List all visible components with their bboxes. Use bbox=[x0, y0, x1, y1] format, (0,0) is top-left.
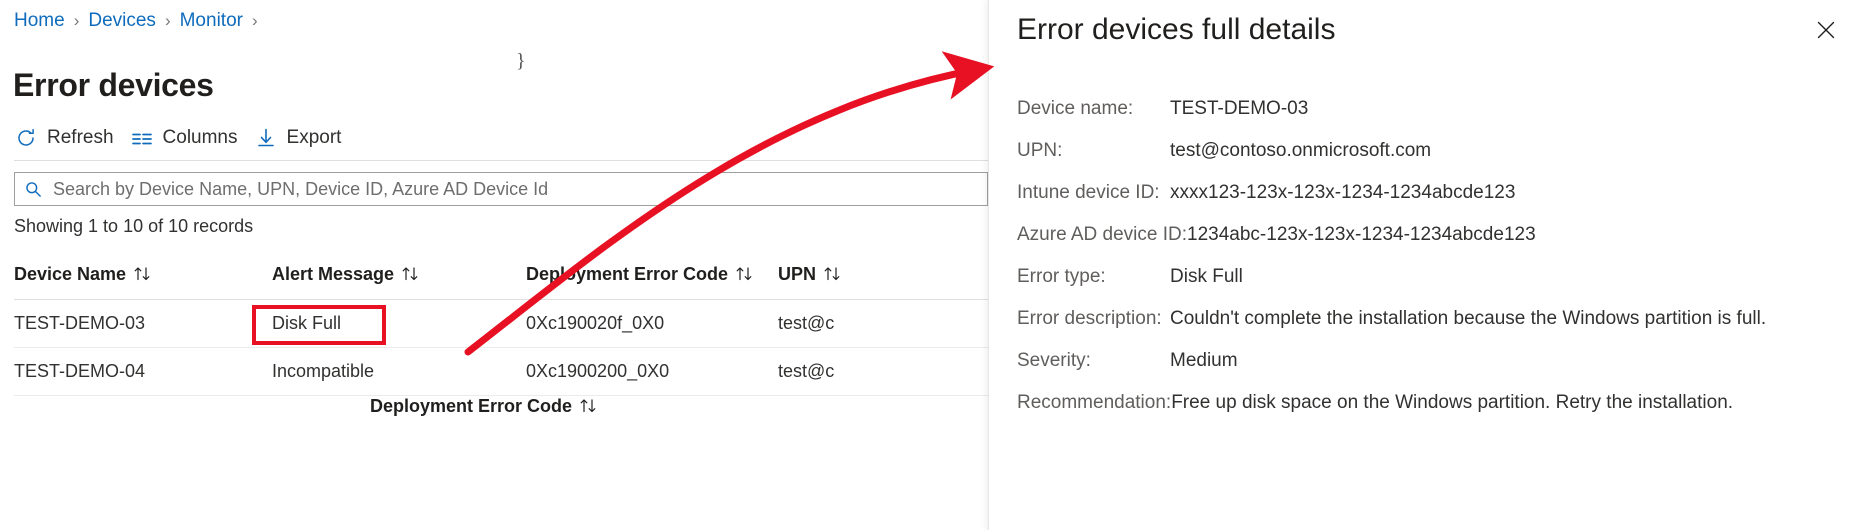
detail-label: Device name: bbox=[1017, 96, 1170, 122]
column-header-upn[interactable]: UPN bbox=[778, 258, 988, 300]
sort-icon[interactable] bbox=[823, 266, 843, 281]
search-icon bbox=[24, 180, 43, 199]
column-header-alert-message-label: Alert Message bbox=[272, 264, 394, 284]
details-panel-title: Error devices full details bbox=[1017, 8, 1335, 52]
cell-upn: test@c bbox=[778, 348, 988, 396]
command-bar: Refresh Columns bbox=[14, 118, 355, 158]
detail-row-recommendation: Recommendation: Free up disk space on th… bbox=[1017, 390, 1857, 416]
breadcrumb-separator-icon: › bbox=[252, 8, 258, 34]
detail-value: Free up disk space on the Windows partit… bbox=[1171, 390, 1733, 416]
export-download-icon bbox=[254, 126, 278, 150]
breadcrumb-item-monitor[interactable]: Monitor bbox=[180, 8, 243, 34]
detail-value: Disk Full bbox=[1170, 264, 1243, 290]
cell-device-name[interactable]: TEST-DEMO-03 bbox=[14, 300, 272, 348]
cell-alert-message[interactable]: Incompatible bbox=[272, 348, 526, 396]
column-header-alert-message[interactable]: Alert Message bbox=[272, 258, 526, 300]
detail-value: test@contoso.onmicrosoft.com bbox=[1170, 138, 1431, 164]
refresh-icon bbox=[14, 126, 38, 150]
detail-row-error-type: Error type: Disk Full bbox=[1017, 264, 1857, 290]
detail-label: UPN: bbox=[1017, 138, 1170, 164]
detail-value: 1234abc-123x-123x-1234-1234abcde123 bbox=[1187, 222, 1536, 248]
detail-label: Azure AD device ID: bbox=[1017, 222, 1187, 248]
detail-row-intune-device-id: Intune device ID: xxxx123-123x-123x-1234… bbox=[1017, 180, 1857, 206]
stray-glyph-artifact: } bbox=[516, 50, 526, 73]
breadcrumb-item-home[interactable]: Home bbox=[14, 8, 65, 34]
toolbar-divider bbox=[14, 160, 988, 161]
sort-icon[interactable] bbox=[735, 266, 755, 281]
page-title: Error devices bbox=[13, 63, 214, 107]
sort-icon[interactable] bbox=[401, 266, 421, 281]
error-devices-details-panel: Error devices full details Device name: … bbox=[988, 0, 1868, 530]
cell-deployment-error-code: 0Xc1900200_0X0 bbox=[526, 348, 778, 396]
sort-icon[interactable] bbox=[133, 266, 153, 281]
breadcrumb: Home › Devices › Monitor › bbox=[14, 8, 267, 34]
export-button[interactable]: Export bbox=[252, 119, 356, 157]
detail-label: Recommendation: bbox=[1017, 390, 1171, 416]
table-row[interactable]: TEST-DEMO-03 Disk Full 0Xc190020f_0X0 te… bbox=[14, 300, 988, 348]
close-button[interactable] bbox=[1809, 14, 1843, 48]
detail-value: xxxx123-123x-123x-1234-1234abcde123 bbox=[1170, 180, 1515, 206]
cell-alert-message[interactable]: Disk Full bbox=[272, 300, 526, 348]
columns-button[interactable]: Columns bbox=[128, 119, 252, 157]
table-row[interactable]: TEST-DEMO-04 Incompatible 0Xc1900200_0X0… bbox=[14, 348, 988, 396]
detail-label: Intune device ID: bbox=[1017, 180, 1170, 206]
error-devices-table: Device Name Alert Message Deployment Err… bbox=[14, 258, 988, 396]
bottom-column-caption-label: Deployment Error Code bbox=[370, 396, 572, 416]
error-devices-page: Home › Devices › Monitor › Error devices… bbox=[0, 0, 988, 530]
details-panel-body: Device name: TEST-DEMO-03 UPN: test@cont… bbox=[1017, 96, 1857, 432]
detail-value: Couldn't complete the installation becau… bbox=[1170, 306, 1766, 332]
column-header-deployment-error-code-label: Deployment Error Code bbox=[526, 264, 728, 284]
cell-upn: test@c bbox=[778, 300, 988, 348]
bottom-column-caption[interactable]: Deployment Error Code bbox=[370, 396, 599, 417]
column-header-upn-label: UPN bbox=[778, 264, 816, 284]
cell-deployment-error-code: 0Xc190020f_0X0 bbox=[526, 300, 778, 348]
columns-icon bbox=[130, 126, 154, 150]
column-header-deployment-error-code[interactable]: Deployment Error Code bbox=[526, 258, 778, 300]
detail-row-device-name: Device name: TEST-DEMO-03 bbox=[1017, 96, 1857, 122]
detail-value: TEST-DEMO-03 bbox=[1170, 96, 1308, 122]
detail-label: Error description: bbox=[1017, 306, 1170, 332]
detail-row-error-description: Error description: Couldn't complete the… bbox=[1017, 306, 1857, 332]
detail-row-upn: UPN: test@contoso.onmicrosoft.com bbox=[1017, 138, 1857, 164]
cell-device-name[interactable]: TEST-DEMO-04 bbox=[14, 348, 272, 396]
breadcrumb-item-devices[interactable]: Devices bbox=[88, 8, 156, 34]
detail-label: Severity: bbox=[1017, 348, 1170, 374]
details-panel-header: Error devices full details bbox=[989, 0, 1868, 78]
record-count-label: Showing 1 to 10 of 10 records bbox=[14, 216, 253, 237]
breadcrumb-separator-icon: › bbox=[165, 8, 171, 34]
columns-label: Columns bbox=[163, 127, 238, 149]
export-label: Export bbox=[287, 127, 342, 149]
refresh-label: Refresh bbox=[47, 127, 114, 149]
sort-icon[interactable] bbox=[579, 398, 599, 413]
column-header-device-name[interactable]: Device Name bbox=[14, 258, 272, 300]
column-header-device-name-label: Device Name bbox=[14, 264, 126, 284]
search-input[interactable] bbox=[51, 174, 951, 204]
search-box[interactable] bbox=[14, 172, 988, 206]
detail-row-azure-ad-device-id: Azure AD device ID: 1234abc-123x-123x-12… bbox=[1017, 222, 1857, 248]
table-header-row: Device Name Alert Message Deployment Err… bbox=[14, 258, 988, 300]
detail-value: Medium bbox=[1170, 348, 1238, 374]
detail-row-severity: Severity: Medium bbox=[1017, 348, 1857, 374]
breadcrumb-separator-icon: › bbox=[74, 8, 80, 34]
close-icon bbox=[1814, 18, 1838, 45]
refresh-button[interactable]: Refresh bbox=[14, 119, 128, 157]
detail-label: Error type: bbox=[1017, 264, 1170, 290]
